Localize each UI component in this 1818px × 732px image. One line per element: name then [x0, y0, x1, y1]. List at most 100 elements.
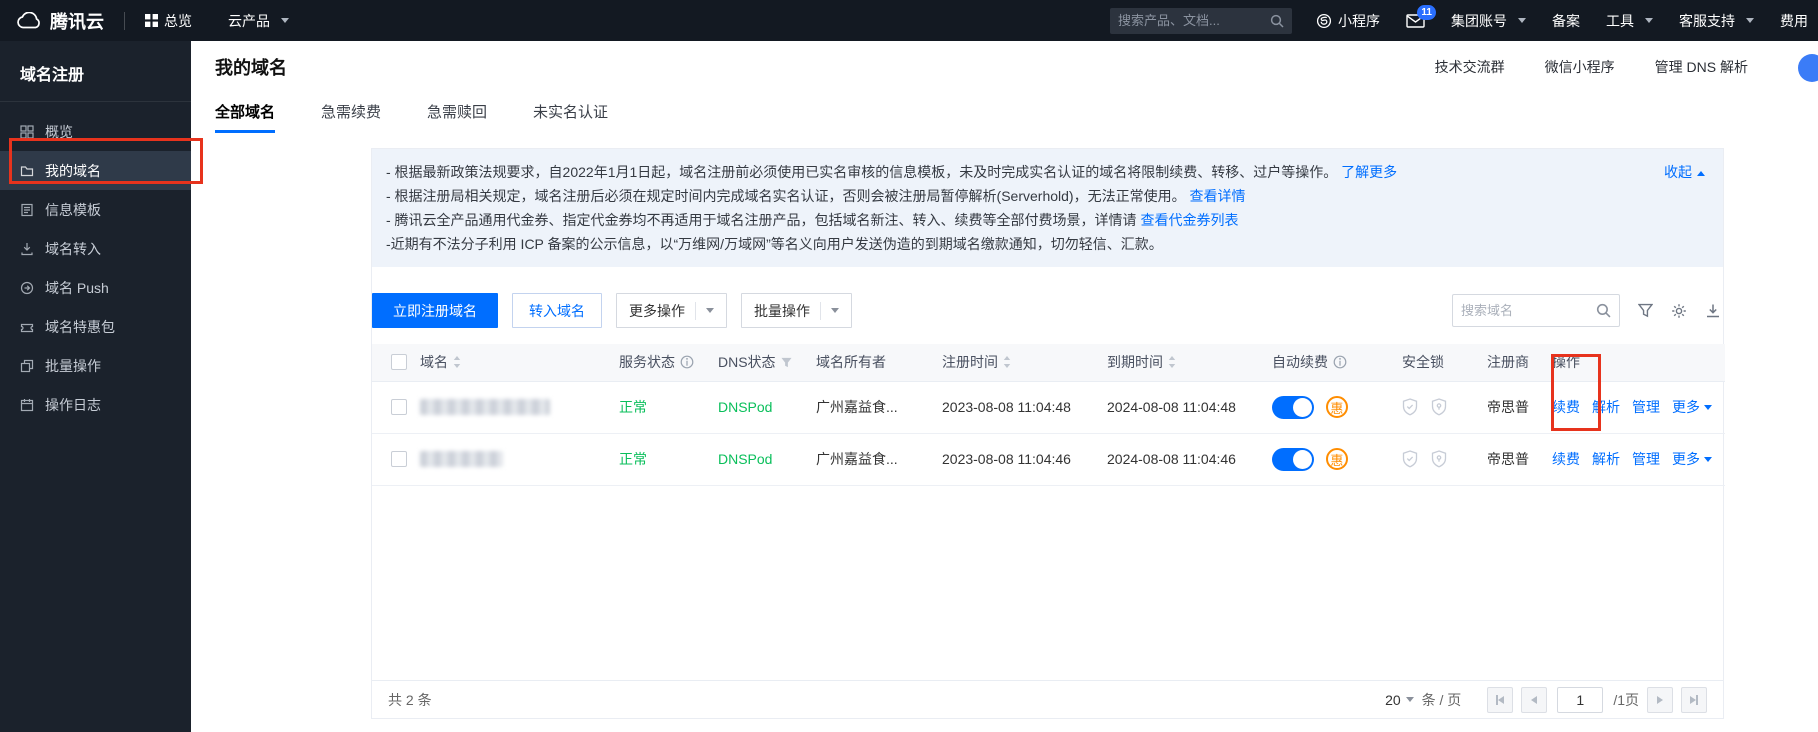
table-header-row: 域名 服务状态 DNS状态 域名所有者 注册时间	[372, 344, 1725, 381]
register-domain-button[interactable]: 立即注册域名	[372, 293, 498, 328]
transfer-in-button[interactable]: 转入域名	[512, 293, 602, 328]
current-page-input[interactable]	[1557, 687, 1603, 713]
manage-link[interactable]: 管理	[1632, 449, 1660, 469]
download-icon[interactable]	[1705, 303, 1721, 319]
avatar[interactable]	[1798, 54, 1818, 82]
column-expire-time[interactable]: 到期时间	[1107, 352, 1272, 372]
filter-icon[interactable]	[781, 357, 792, 368]
column-security-lock: 安全锁	[1402, 354, 1444, 370]
sort-icon[interactable]	[453, 356, 461, 368]
billing-entry[interactable]: 费用	[1780, 11, 1808, 31]
shield-lock-icon[interactable]	[1431, 450, 1447, 468]
sidebar-item-deal-package[interactable]: 域名特惠包	[0, 307, 191, 346]
grid-icon	[20, 125, 34, 139]
tab-redeem-urgent[interactable]: 急需赎回	[427, 93, 487, 133]
resolve-link[interactable]: 解析	[1592, 449, 1620, 469]
link-manage-dns[interactable]: 管理 DNS 解析	[1655, 57, 1748, 77]
renew-link[interactable]: 续费	[1552, 397, 1580, 417]
more-actions-dropdown[interactable]: 更多操作	[616, 293, 727, 328]
nav-cloud-products[interactable]: 云产品	[228, 11, 289, 31]
notice-collapse[interactable]: 收起	[1664, 160, 1705, 184]
sidebar-item-label: 域名 Push	[45, 278, 109, 298]
sidebar-item-domain-push[interactable]: 域名 Push	[0, 268, 191, 307]
tools-menu[interactable]: 工具	[1606, 11, 1653, 31]
promo-badge[interactable]: 惠	[1326, 396, 1348, 418]
support-menu[interactable]: 客服支持	[1679, 11, 1754, 31]
tab-all-domains[interactable]: 全部域名	[215, 93, 275, 133]
resolve-link[interactable]: 解析	[1592, 397, 1620, 417]
prev-page-button[interactable]	[1521, 687, 1547, 713]
tab-renew-urgent[interactable]: 急需续费	[321, 93, 381, 133]
sidebar-item-transfer-in[interactable]: 域名转入	[0, 229, 191, 268]
domain-owner: 广州嘉益食...	[816, 399, 898, 415]
group-account-menu[interactable]: 集团账号	[1451, 11, 1526, 31]
notice-text: - 根据最新政策法规要求，自2022年1月1日起，域名注册前必须使用已实名审核的…	[386, 164, 1337, 180]
notice-link-voucher-list[interactable]: 查看代金券列表	[1140, 212, 1238, 228]
tab-not-verified[interactable]: 未实名认证	[533, 93, 608, 133]
row-checkbox[interactable]	[391, 399, 407, 415]
registration-time: 2023-08-08 11:04:46	[942, 451, 1071, 467]
page-title: 我的域名	[215, 54, 287, 80]
domain-search-box[interactable]	[1452, 294, 1620, 327]
sidebar-item-batch-operations[interactable]: 批量操作	[0, 346, 191, 385]
search-icon	[1270, 14, 1284, 28]
filter-icon[interactable]	[1638, 303, 1653, 318]
next-page-button[interactable]	[1647, 687, 1673, 713]
last-page-button[interactable]	[1681, 687, 1707, 713]
tencent-cloud-logo[interactable]: 腾讯云	[16, 8, 104, 34]
more-actions-label: 更多操作	[629, 301, 685, 321]
domain-name-redacted[interactable]	[420, 451, 503, 467]
messages-entry[interactable]: 11	[1406, 14, 1425, 28]
sidebar-item-my-domains[interactable]: 我的域名	[0, 151, 191, 190]
domain-search-input[interactable]	[1461, 303, 1596, 318]
mini-program-label: 小程序	[1338, 11, 1380, 31]
select-all-checkbox[interactable]	[391, 354, 407, 370]
sort-icon[interactable]	[1168, 356, 1176, 368]
shield-lock-icon[interactable]	[1431, 398, 1447, 416]
topbar-right: 小程序 11 集团账号 备案 工具 客服支持 费用	[1316, 11, 1808, 31]
topbar-search[interactable]	[1110, 8, 1292, 34]
info-icon[interactable]	[1333, 355, 1347, 369]
message-count-badge: 11	[1417, 5, 1436, 20]
notice-line: - 根据最新政策法规要求，自2022年1月1日起，域名注册前必须使用已实名审核的…	[386, 160, 1613, 184]
security-lock-icons	[1402, 450, 1487, 468]
mini-program-entry[interactable]: 小程序	[1316, 11, 1380, 31]
gear-icon[interactable]	[1671, 303, 1687, 319]
column-registrar: 注册商	[1487, 354, 1529, 370]
sidebar-item-overview[interactable]: 概览	[0, 112, 191, 151]
shield-check-icon[interactable]	[1402, 398, 1418, 416]
notice-text: - 腾讯云全产品通用代金券、指定代金券均不再适用于域名注册产品，包括域名新注、转…	[386, 212, 1137, 228]
more-label: 更多	[1672, 397, 1700, 417]
promo-badge[interactable]: 惠	[1326, 448, 1348, 470]
shield-check-icon[interactable]	[1402, 450, 1418, 468]
manage-link[interactable]: 管理	[1632, 397, 1660, 417]
dns-status: DNSPod	[718, 399, 772, 415]
topbar-search-input[interactable]	[1118, 13, 1270, 28]
column-domain[interactable]: 域名	[420, 352, 619, 372]
icp-label: 备案	[1552, 11, 1580, 31]
icp-filing-entry[interactable]: 备案	[1552, 11, 1580, 31]
sort-icon[interactable]	[1003, 356, 1011, 368]
column-reg-time[interactable]: 注册时间	[942, 352, 1107, 372]
nav-overview[interactable]: 总览	[145, 11, 192, 31]
more-link[interactable]: 更多	[1672, 449, 1712, 469]
link-tech-group[interactable]: 技术交流群	[1435, 57, 1505, 77]
topbar-divider	[124, 12, 125, 30]
link-wechat-mini-program[interactable]: 微信小程序	[1545, 57, 1615, 77]
first-page-button[interactable]	[1487, 687, 1513, 713]
domain-name-redacted[interactable]	[420, 399, 550, 415]
info-icon[interactable]	[680, 355, 694, 369]
auto-renew-toggle[interactable]	[1272, 396, 1314, 419]
sidebar-item-info-template[interactable]: 信息模板	[0, 190, 191, 229]
column-label: 域名	[420, 352, 448, 372]
page-size-select[interactable]: 20	[1385, 692, 1414, 708]
more-link[interactable]: 更多	[1672, 397, 1712, 417]
auto-renew-toggle[interactable]	[1272, 448, 1314, 471]
batch-actions-dropdown[interactable]: 批量操作	[741, 293, 852, 328]
notice-link-view-details[interactable]: 查看详情	[1189, 188, 1245, 204]
row-actions: 续费 解析 管理 更多	[1552, 397, 1725, 417]
notice-link-learn-more[interactable]: 了解更多	[1341, 164, 1397, 180]
row-checkbox[interactable]	[391, 451, 407, 467]
sidebar-item-operation-logs[interactable]: 操作日志	[0, 385, 191, 424]
renew-link[interactable]: 续费	[1552, 449, 1580, 469]
